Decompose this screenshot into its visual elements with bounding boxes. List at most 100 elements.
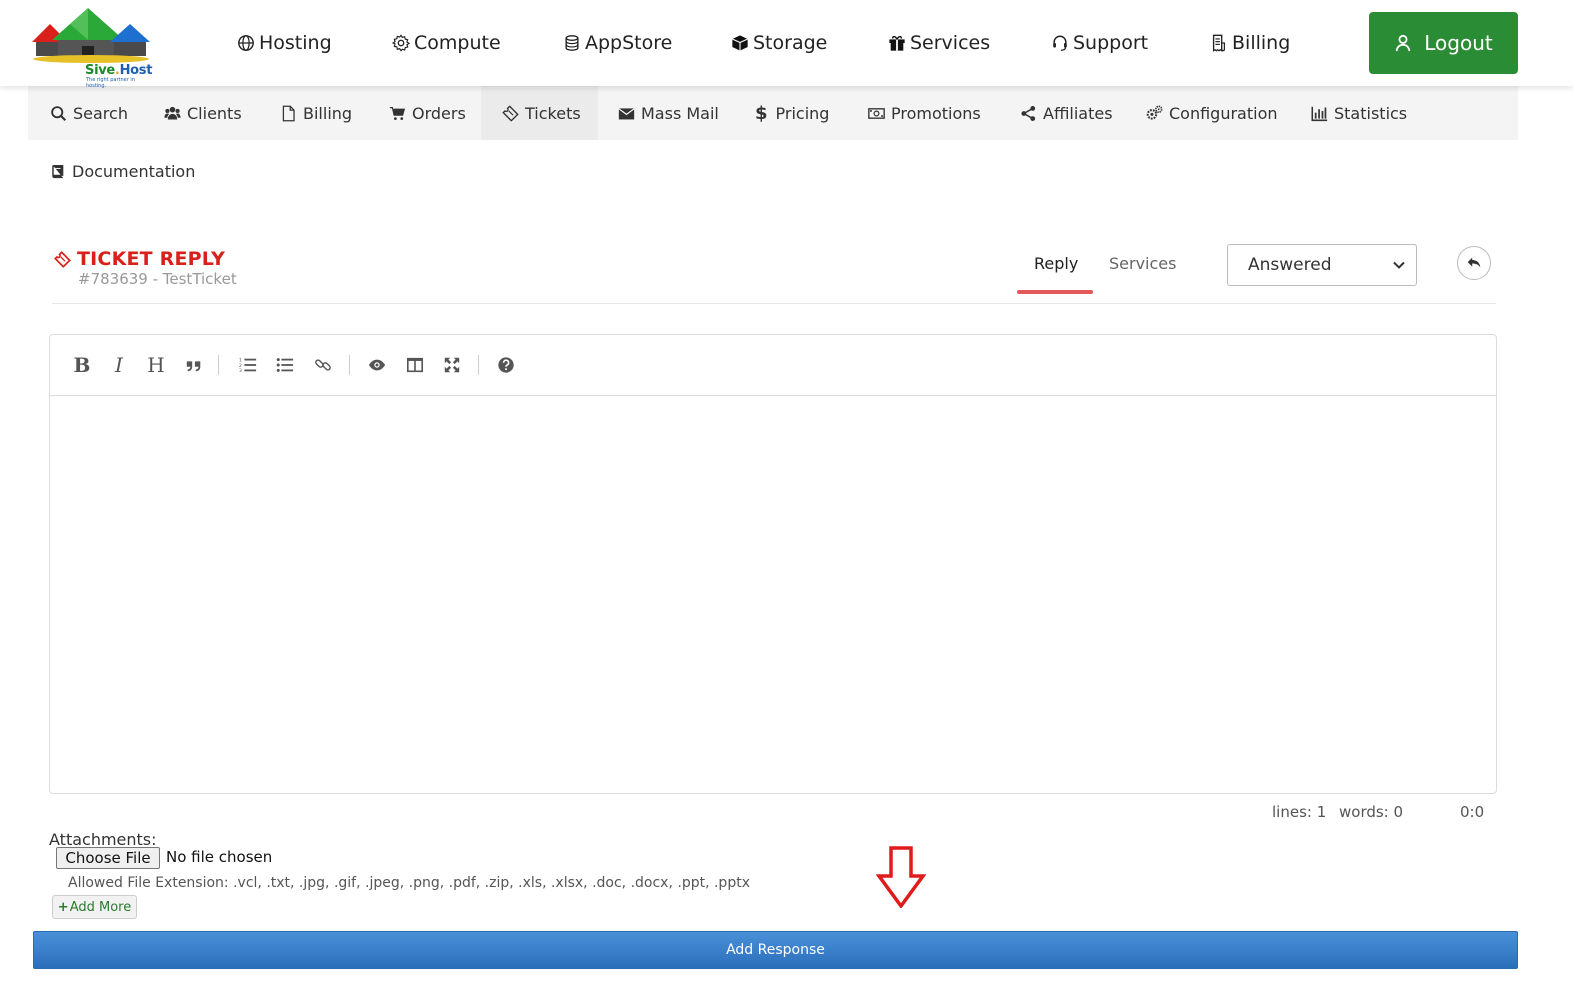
subnav-label: Clients [187, 103, 242, 123]
book-icon [52, 164, 64, 179]
topnav-label: AppStore [585, 32, 673, 54]
fullscreen-icon[interactable] [440, 353, 464, 377]
topnav-compute[interactable]: Compute [392, 30, 501, 56]
logout-button[interactable]: Logout [1369, 12, 1518, 74]
subnav-pricing[interactable]: $ Pricing [755, 86, 829, 140]
topnav-label: Services [910, 32, 991, 54]
money-icon [868, 107, 885, 119]
quote-icon[interactable] [182, 353, 206, 377]
file-status-text: No file chosen [166, 848, 273, 866]
chevron-down-icon [1393, 261, 1405, 269]
users-icon [164, 106, 181, 119]
subnav-configuration[interactable]: Configuration [1146, 86, 1278, 140]
logout-label: Logout [1424, 31, 1493, 55]
add-more-label: Add More [69, 899, 132, 915]
topnav-services[interactable]: Services [888, 30, 990, 56]
topnav-billing[interactable]: Billing [1210, 30, 1290, 56]
header-divider [52, 303, 1496, 304]
subnav-promotions[interactable]: Promotions [868, 86, 981, 140]
subnav-documentation[interactable]: Documentation [50, 162, 195, 181]
subnav-label: Mass Mail [641, 103, 719, 123]
subnav-orders[interactable]: Orders [389, 86, 466, 140]
subnav-statistics[interactable]: Statistics [1311, 86, 1407, 140]
topnav-support[interactable]: Support [1051, 30, 1148, 56]
help-icon[interactable] [494, 353, 518, 377]
page-title-text: TICKET REPLY [77, 248, 226, 270]
bold-icon[interactable]: B [70, 353, 94, 377]
subnav-label: Billing [303, 103, 353, 123]
brand-tagline: The right partner in hosting. [86, 77, 135, 89]
heading-icon[interactable]: H [144, 353, 168, 377]
subnav-label: Pricing [775, 103, 830, 123]
editor-cursor-position: 0:0 [1460, 803, 1485, 821]
dollar-icon: $ [755, 102, 768, 124]
page-title: TICKET REPLY [54, 248, 225, 270]
active-tab-indicator [1017, 290, 1093, 294]
editor-textarea[interactable] [50, 396, 1496, 794]
toolbar-separator [478, 355, 479, 375]
cart-icon [389, 106, 406, 120]
unordered-list-icon[interactable] [273, 353, 297, 377]
preview-eye-icon[interactable] [365, 353, 389, 377]
gift-icon [889, 35, 905, 51]
subnav-billing[interactable]: Billing [280, 86, 352, 140]
red-arrow-down-icon [876, 846, 926, 908]
markdown-editor: B I H 123 [49, 334, 1497, 794]
ordered-list-icon[interactable]: 123 [236, 353, 260, 377]
add-more-button[interactable]: + Add More [52, 895, 137, 919]
svg-text:3: 3 [239, 368, 242, 374]
side-by-side-icon[interactable] [403, 353, 427, 377]
top-header: Sive.Host The right partner in hosting. … [0, 0, 1573, 89]
admin-subnav: Search Clients Billing Orders Tickets Ma… [28, 86, 1518, 140]
brand-logo[interactable]: Sive.Host The right partner in hosting. [30, 6, 152, 89]
tab-reply[interactable]: Reply [1034, 254, 1078, 273]
add-response-button[interactable]: Add Response [33, 931, 1518, 969]
subnav-label: Search [73, 103, 128, 123]
status-selected-value: Answered [1248, 255, 1332, 275]
topnav-label: Billing [1232, 32, 1291, 54]
reply-arrow-icon [1467, 257, 1481, 268]
editor-toolbar: B I H 123 [50, 335, 1496, 396]
box-icon [732, 35, 748, 51]
subnav-label: Orders [412, 103, 466, 123]
ticket-icon [502, 104, 519, 122]
link-icon[interactable] [311, 353, 335, 377]
subnav-mass-mail[interactable]: Mass Mail [618, 86, 719, 140]
subnav-label: Tickets [525, 103, 581, 123]
italic-icon[interactable]: I [107, 353, 131, 377]
ticket-subtitle: #783639 - TestTicket [78, 270, 237, 288]
gear-icon [392, 34, 410, 52]
svg-text:2: 2 [239, 363, 242, 369]
subnav-clients[interactable]: Clients [164, 86, 242, 140]
share-icon [1021, 105, 1036, 121]
subnav-tickets[interactable]: Tickets [481, 86, 598, 140]
globe-icon [238, 35, 254, 51]
back-button[interactable] [1457, 246, 1491, 280]
headset-icon [1053, 35, 1067, 51]
bar-chart-icon [1311, 106, 1328, 121]
subnav-search[interactable]: Search [50, 86, 128, 140]
topnav-label: Storage [753, 32, 828, 54]
cogs-icon [1146, 105, 1163, 120]
user-icon [1396, 34, 1411, 52]
file-icon [282, 105, 295, 121]
topnav-appstore[interactable]: AppStore [563, 30, 672, 56]
topnav-storage[interactable]: Storage [731, 30, 827, 56]
svg-text:1: 1 [239, 357, 242, 363]
database-icon [565, 35, 579, 51]
subnav-affiliates[interactable]: Affiliates [1020, 86, 1113, 140]
subnav-label: Affiliates [1043, 103, 1113, 123]
topnav-hosting[interactable]: Hosting [237, 30, 332, 56]
ticket-icon [54, 250, 71, 268]
editor-lines-count: lines: 1 [1272, 803, 1327, 821]
editor-words-count: words: 0 [1339, 803, 1404, 821]
topnav-label: Support [1073, 32, 1149, 54]
topnav-label: Compute [414, 32, 501, 54]
receipt-icon [1212, 34, 1226, 52]
subnav-label: Configuration [1169, 103, 1278, 123]
choose-file-button[interactable]: Choose File [56, 847, 160, 869]
subnav-label: Promotions [891, 103, 981, 123]
allowed-extensions-text: Allowed File Extension: .vcl, .txt, .jpg… [68, 875, 750, 891]
ticket-status-select[interactable]: Answered [1227, 244, 1417, 286]
tab-services[interactable]: Services [1109, 254, 1176, 273]
